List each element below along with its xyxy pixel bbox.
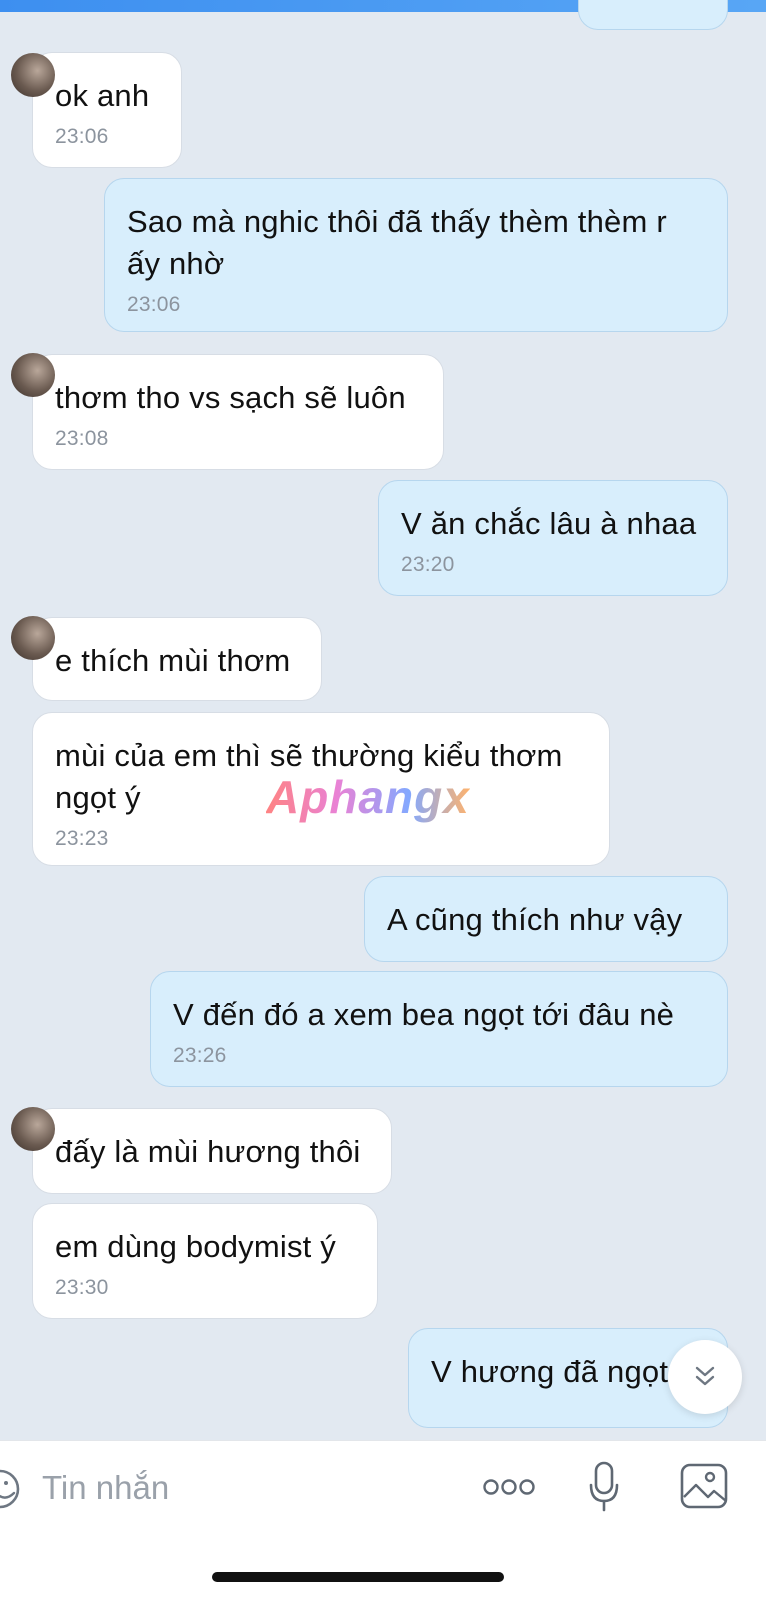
message-time: 23:23 <box>55 827 109 850</box>
message-bubble-outgoing[interactable]: V đến đó a xem bea ngọt tới đâu nè 23:26 <box>150 971 728 1087</box>
message-time: 23:08 <box>55 427 109 450</box>
more-icon[interactable] <box>482 1475 536 1499</box>
home-indicator <box>212 1572 504 1582</box>
contact-avatar[interactable] <box>11 616 55 660</box>
message-time: 23:06 <box>55 125 109 148</box>
message-text: e thích mùi thơm <box>55 643 291 678</box>
message-input[interactable]: Tin nhắn <box>42 1469 169 1507</box>
message-time: 23:06 <box>127 293 181 316</box>
message-text: ok anh <box>55 78 150 113</box>
message-text-line: Sao mà nghic thôi đã thấy thèm thèm r <box>127 204 667 239</box>
message-bubble-outgoing[interactable]: V ăn chắc lâu à nhaa 23:20 <box>378 480 728 596</box>
message-text: em dùng bodymist ý <box>55 1229 337 1264</box>
message-time: 23:30 <box>55 1276 109 1299</box>
microphone-icon[interactable] <box>588 1461 620 1513</box>
watermark-logo: Aphangx <box>266 771 470 823</box>
double-chevron-down-icon <box>695 1366 715 1386</box>
message-time: 23:20 <box>401 553 455 576</box>
message-bubble-outgoing[interactable]: A cũng thích như vậy <box>364 876 728 962</box>
message-text: A cũng thích như vậy <box>387 902 683 937</box>
contact-avatar[interactable] <box>11 1107 55 1151</box>
scroll-to-bottom-button[interactable] <box>668 1340 742 1414</box>
message-text: V hương đã ngọt <box>431 1354 669 1389</box>
message-text: thơm tho vs sạch sẽ luôn <box>55 380 406 415</box>
contact-avatar[interactable] <box>11 353 55 397</box>
image-icon[interactable] <box>680 1463 728 1509</box>
message-text: V đến đó a xem bea ngọt tới đâu nè <box>173 997 675 1032</box>
message-text: V ăn chắc lâu à nhaa <box>401 506 697 541</box>
message-text-line: ấy nhờ <box>127 246 225 281</box>
message-bubble-incoming[interactable]: ok anh 23:06 <box>11 52 182 168</box>
message-bubble-outgoing[interactable]: Sao mà nghic thôi đã thấy thèm thèm r ấy… <box>104 178 728 332</box>
sticker-icon[interactable] <box>0 1465 22 1513</box>
message-time: 23:26 <box>173 1044 227 1067</box>
message-bubble-incoming[interactable]: thơm tho vs sạch sẽ luôn 23:08 <box>11 353 444 470</box>
message-text: đấy là mùi hương thôi <box>55 1134 361 1169</box>
message-bubble-partial <box>578 0 728 30</box>
contact-avatar[interactable] <box>11 53 55 97</box>
message-bubble-incoming[interactable]: đấy là mùi hương thôi <box>11 1107 392 1194</box>
message-bubble-incoming[interactable]: e thích mùi thơm <box>11 616 322 701</box>
message-bubble-incoming[interactable]: em dùng bodymist ý 23:30 <box>32 1203 378 1319</box>
